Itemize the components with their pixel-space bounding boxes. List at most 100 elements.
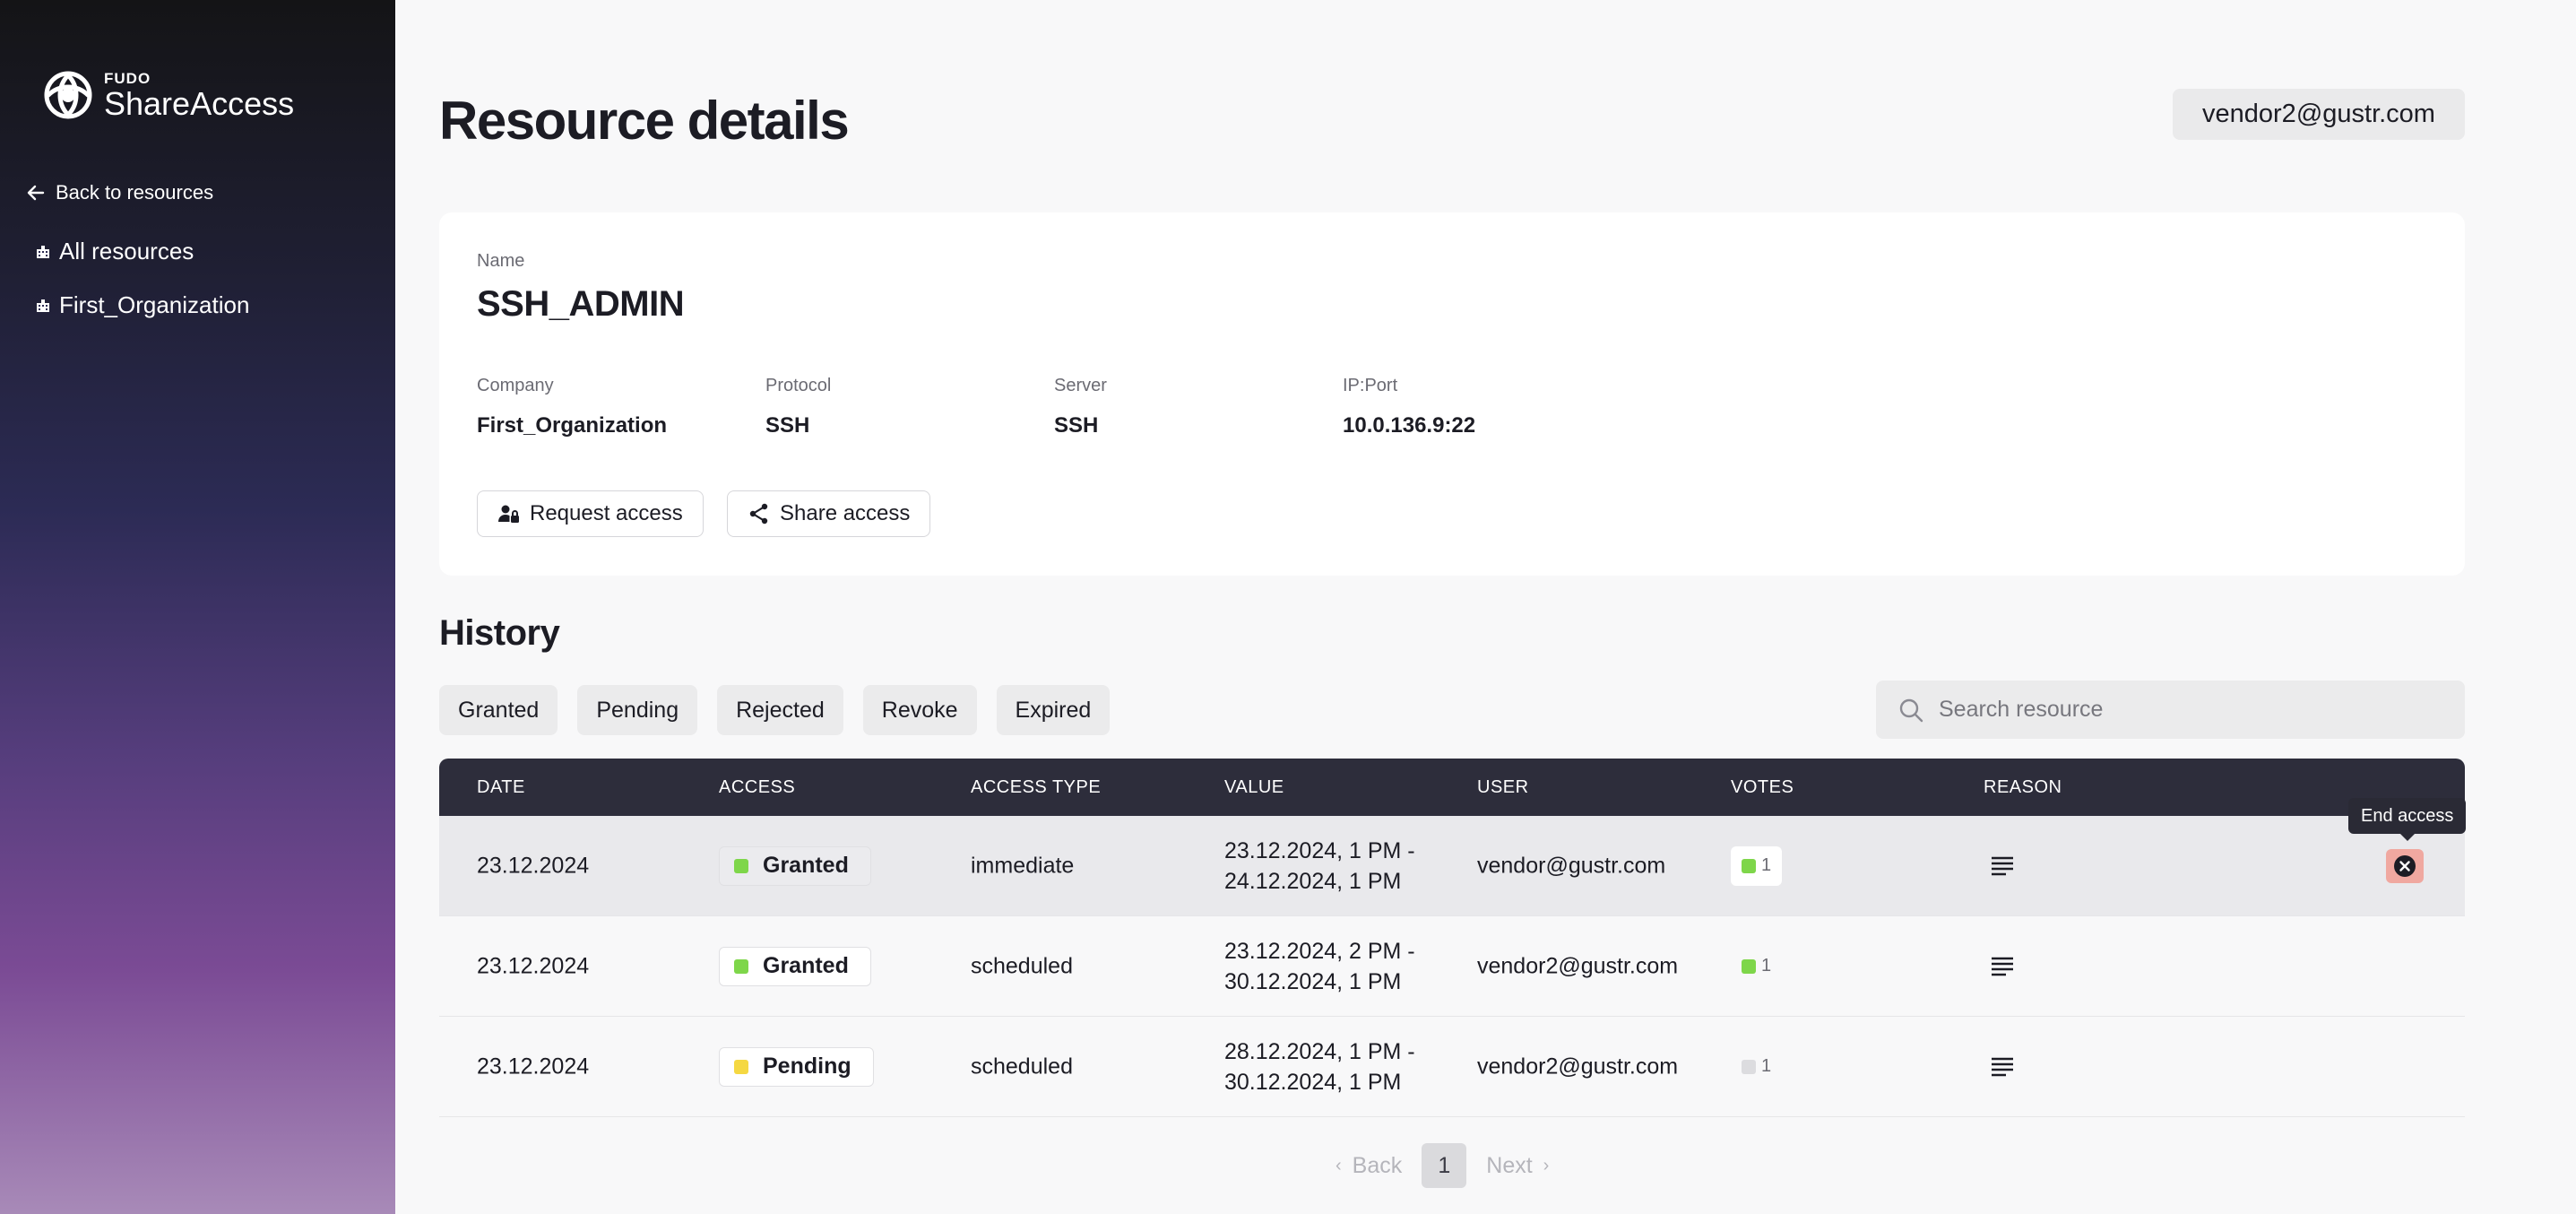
status-dot [734, 958, 748, 974]
sidebar: FUDO ShareAccess Back to resources All r… [0, 0, 395, 1214]
pagination-next-label: Next [1486, 1152, 1533, 1178]
share-access-label: Share access [780, 501, 911, 525]
status-dot [734, 1059, 748, 1074]
table-row[interactable]: 23.12.2024 Pending scheduled 28.12.2024,… [439, 1017, 2465, 1117]
arrow-left-icon [27, 185, 45, 201]
column-access-type[interactable]: ACCESS TYPE [971, 777, 1101, 798]
row-access-type: immediate [971, 853, 1075, 878]
filter-rejected[interactable]: Rejected [717, 685, 843, 735]
search-input[interactable] [1939, 697, 2441, 723]
user-menu-chip[interactable]: vendor2@gustr.com [2173, 89, 2465, 140]
filter-expired[interactable]: Expired [996, 685, 1111, 735]
pagination-back[interactable]: ‹ Back [1336, 1153, 1402, 1179]
chevron-left-icon: ‹ [1336, 1155, 1342, 1175]
column-user[interactable]: USER [1477, 777, 1529, 798]
back-link-label: Back to resources [56, 181, 214, 204]
request-access-label: Request access [530, 501, 683, 525]
server-value: SSH [1054, 413, 1099, 438]
reason-icon[interactable] [1990, 854, 2015, 879]
votes-count: 1 [1761, 855, 1772, 875]
value-start: 23.12.2024, 2 PM - [1224, 938, 1415, 964]
protocol-value: SSH [765, 413, 810, 438]
votes-badge[interactable]: 1 [1731, 845, 1783, 886]
end-access-button[interactable] [2386, 848, 2424, 883]
protocol-label: Protocol [765, 376, 832, 395]
row-value: 23.12.2024, 1 PM - 24.12.2024, 1 PM [1224, 836, 1415, 897]
building-icon [37, 246, 49, 258]
value-end: 30.12.2024, 1 PM [1224, 1069, 1402, 1095]
sidebar-nav: All resources First_Organization [34, 235, 249, 343]
pagination-page-current[interactable]: 1 [1422, 1143, 1467, 1188]
resource-name: SSH_ADMIN [477, 284, 685, 324]
votes-badge[interactable]: 1 [1731, 947, 1782, 986]
sidebar-item-first-organization[interactable]: First_Organization [34, 289, 249, 321]
column-votes[interactable]: VOTES [1731, 777, 1794, 798]
reason-icon[interactable] [1990, 1054, 2015, 1080]
column-reason[interactable]: REASON [1984, 777, 2062, 798]
status-dot [734, 858, 748, 873]
votes-count: 1 [1761, 956, 1772, 976]
row-date: 23.12.2024 [477, 953, 590, 978]
reason-icon[interactable] [1990, 954, 2015, 979]
logo-icon [44, 71, 92, 119]
access-status-label: Pending [763, 1054, 851, 1079]
row-date: 23.12.2024 [477, 1054, 590, 1079]
row-access-type: scheduled [971, 1054, 1073, 1079]
server-label: Server [1054, 376, 1107, 395]
app-logo[interactable]: FUDO ShareAccess [41, 68, 294, 122]
sidebar-item-label: All resources [59, 237, 194, 264]
resource-details-card: Name SSH_ADMIN Company First_Organizatio… [439, 212, 2465, 576]
filter-granted[interactable]: Granted [439, 685, 558, 735]
row-access-type: scheduled [971, 953, 1073, 978]
request-access-button[interactable]: Request access [477, 490, 704, 537]
row-user: vendor@gustr.com [1477, 853, 1666, 878]
sidebar-item-all-resources[interactable]: All resources [34, 235, 249, 267]
row-user: vendor2@gustr.com [1477, 1054, 1679, 1079]
sidebar-item-label: First_Organization [59, 290, 250, 318]
share-icon [749, 503, 768, 525]
row-value: 28.12.2024, 1 PM - 30.12.2024, 1 PM [1224, 1036, 1415, 1097]
search-icon [1899, 698, 1923, 722]
vote-dot [1742, 1059, 1756, 1074]
ip-port-label: IP:Port [1343, 376, 1398, 395]
pagination: ‹ Back 1 Next › [1336, 1143, 1549, 1188]
column-access[interactable]: ACCESS [719, 777, 795, 798]
user-lock-icon [498, 505, 519, 523]
vote-dot [1742, 858, 1756, 873]
vote-dot [1742, 958, 1756, 974]
name-label: Name [477, 251, 525, 271]
table-row[interactable]: 23.12.2024 Granted scheduled 23.12.2024,… [439, 916, 2465, 1017]
access-status-label: Granted [763, 953, 849, 978]
row-date: 23.12.2024 [477, 853, 590, 878]
pagination-back-label: Back [1352, 1152, 1403, 1178]
end-access-tooltip: End access [2348, 798, 2467, 841]
chevron-right-icon: › [1543, 1155, 1550, 1175]
page-title: Resource details [439, 91, 850, 151]
filter-revoke[interactable]: Revoke [862, 685, 977, 735]
pagination-next[interactable]: Next › [1486, 1153, 1549, 1179]
access-status-badge: Pending [719, 1046, 874, 1087]
table-row[interactable]: 23.12.2024 Granted immediate 23.12.2024,… [439, 798, 2467, 916]
column-value[interactable]: VALUE [1224, 777, 1284, 798]
history-title: History [439, 613, 560, 653]
access-status-label: Granted [763, 853, 849, 878]
ip-port-value: 10.0.136.9:22 [1343, 413, 1476, 438]
access-status-badge: Granted [719, 845, 871, 886]
logo-product: ShareAccess [104, 84, 295, 122]
value-end: 24.12.2024, 1 PM [1224, 868, 1402, 894]
votes-count: 1 [1761, 1056, 1772, 1076]
column-date[interactable]: DATE [477, 777, 525, 798]
history-filters: Granted Pending Rejected Revoke Expired [439, 685, 1129, 735]
votes-badge[interactable]: 1 [1731, 1047, 1782, 1087]
access-status-badge: Granted [719, 946, 871, 986]
value-start: 28.12.2024, 1 PM - [1224, 1038, 1415, 1064]
building-icon [37, 299, 49, 312]
close-circle-icon [2394, 854, 2416, 877]
table-header: DATE ACCESS ACCESS TYPE VALUE USER VOTES… [439, 759, 2465, 816]
company-value: First_Organization [477, 413, 668, 438]
value-start: 23.12.2024, 1 PM - [1224, 837, 1415, 863]
filter-pending[interactable]: Pending [577, 685, 698, 735]
back-to-resources-link[interactable]: Back to resources [25, 181, 213, 204]
share-access-button[interactable]: Share access [727, 490, 931, 537]
value-end: 30.12.2024, 1 PM [1224, 968, 1402, 994]
